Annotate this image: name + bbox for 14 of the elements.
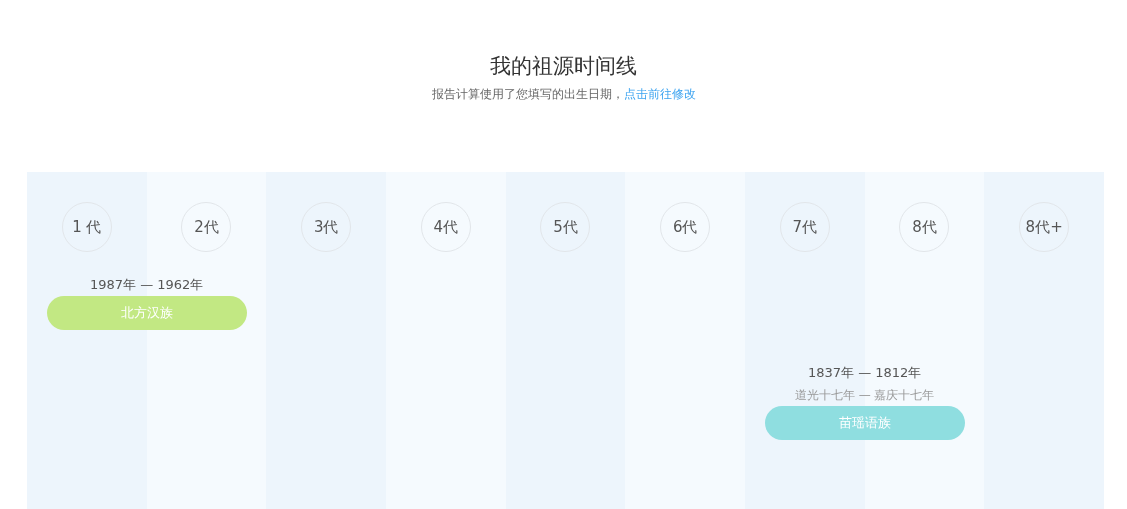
generation-badge: 2代 — [181, 202, 232, 252]
page-title: 我的祖源时间线 — [490, 53, 637, 80]
ancestry-bar: 苗瑶语族 — [764, 406, 965, 440]
era-range: 道光十七年 — 嘉庆十七年 — [794, 387, 935, 404]
generation-badge: 6代 — [660, 202, 711, 252]
generation-badge: 8代+ — [1019, 202, 1070, 252]
generation-badge: 8代 — [899, 202, 950, 252]
year-range: 1987年 — 1962年 — [89, 276, 204, 294]
edit-link[interactable]: 点击前往修改 — [623, 87, 696, 101]
year-range: 1837年 — 1812年 — [807, 364, 922, 382]
ancestry-bar: 北方汉族 — [46, 296, 247, 330]
generation-badge: 3代 — [301, 202, 352, 252]
generation-badge: 5代 — [540, 202, 591, 252]
date-note: 报告计算使用了您填写的出生日期，点击前往修改 — [431, 86, 696, 103]
